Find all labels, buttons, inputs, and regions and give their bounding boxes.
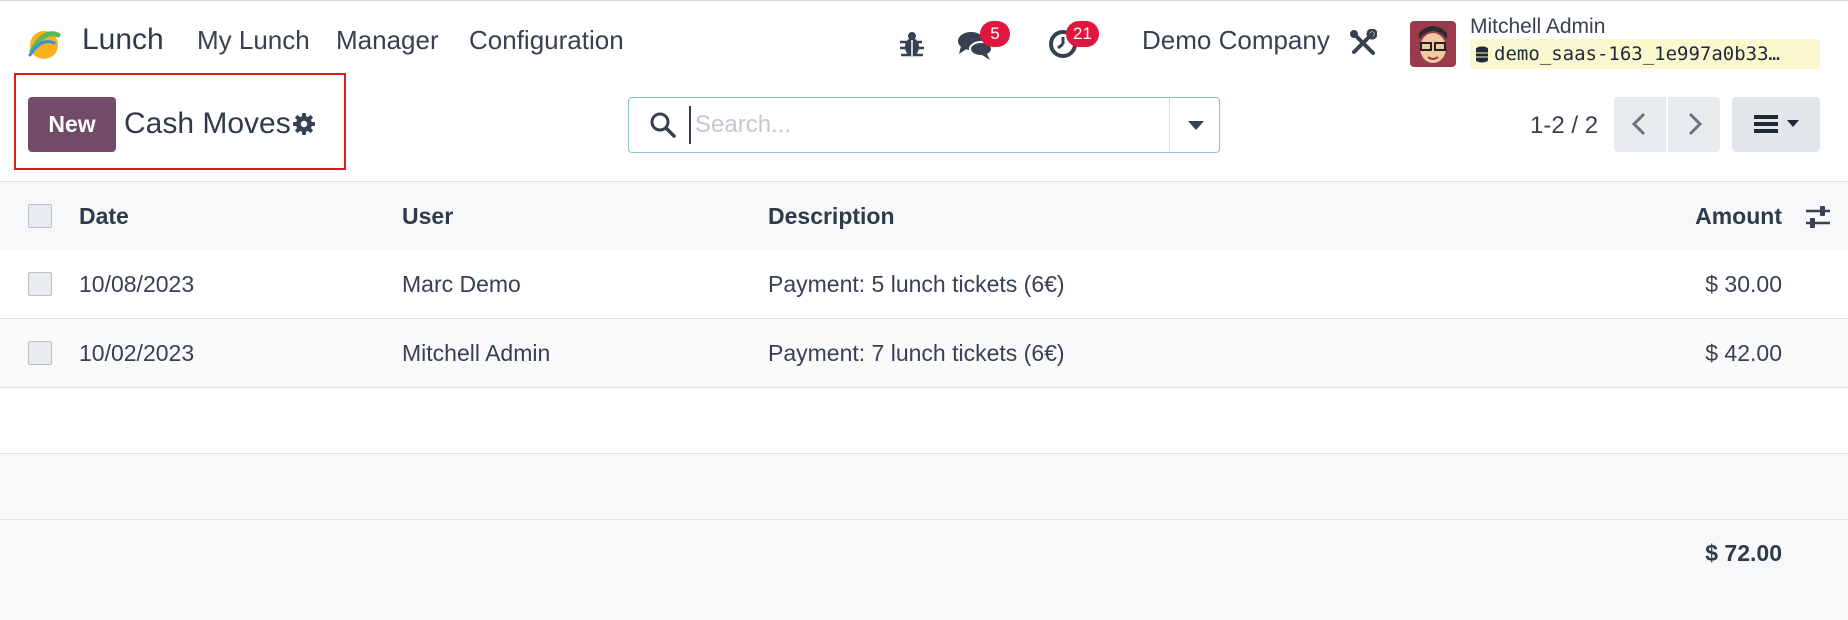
cell-amount: $ 42.00: [1705, 340, 1782, 366]
top-navbar: Lunch My Lunch Manager Configuration 5 2…: [0, 0, 1848, 84]
cell-user: Marc Demo: [402, 271, 521, 297]
column-header-description[interactable]: Description: [768, 203, 895, 230]
page-title: Cash Moves: [124, 107, 291, 140]
lunch-app-icon[interactable]: [26, 25, 62, 61]
cell-date: 10/02/2023: [79, 340, 195, 366]
database-icon: [1476, 46, 1488, 63]
menu-my-lunch[interactable]: My Lunch: [197, 25, 310, 56]
pager-value[interactable]: 1-2 / 2: [1530, 112, 1598, 140]
table-header: Date User Description Amount: [0, 181, 1848, 251]
company-switcher[interactable]: Demo Company: [1142, 25, 1330, 56]
column-header-amount[interactable]: Amount: [1695, 203, 1782, 230]
table-footer: $ 72.00: [0, 520, 1848, 620]
cell-description: Payment: 5 lunch tickets (6€): [768, 271, 1065, 297]
pager-next-button[interactable]: [1668, 97, 1720, 152]
user-name[interactable]: Mitchell Admin: [1470, 15, 1605, 39]
activities-count-badge: 21: [1066, 21, 1099, 47]
empty-row: [0, 454, 1848, 520]
list-view-icon: [1754, 115, 1799, 133]
empty-row: [0, 388, 1848, 454]
cell-user: Mitchell Admin: [402, 340, 551, 366]
menu-manager[interactable]: Manager: [336, 25, 439, 56]
select-all-checkbox[interactable]: [28, 204, 52, 228]
search-bar: [628, 97, 1220, 153]
view-switcher-button[interactable]: [1732, 97, 1820, 152]
row-checkbox[interactable]: [28, 341, 52, 365]
pager-previous-button[interactable]: [1614, 97, 1666, 152]
database-name: demo_saas-163_1e997a0b33…: [1494, 43, 1780, 65]
app-name[interactable]: Lunch: [82, 23, 164, 57]
column-settings-icon[interactable]: [1804, 204, 1832, 230]
search-input[interactable]: [689, 106, 1189, 144]
cell-date: 10/08/2023: [79, 271, 195, 297]
search-options-toggle[interactable]: [1169, 98, 1219, 152]
table-row[interactable]: 10/02/2023 Mitchell Admin Payment: 7 lun…: [0, 319, 1848, 388]
menu-configuration[interactable]: Configuration: [469, 25, 624, 56]
cell-amount: $ 30.00: [1705, 271, 1782, 297]
gear-icon[interactable]: [292, 112, 316, 136]
new-button[interactable]: New: [28, 97, 116, 152]
row-checkbox[interactable]: [28, 272, 52, 296]
messages-count-badge: 5: [980, 21, 1010, 47]
avatar[interactable]: [1410, 21, 1456, 67]
cell-description: Payment: 7 lunch tickets (6€): [768, 340, 1065, 366]
bug-icon[interactable]: [896, 28, 928, 60]
search-icon: [650, 112, 676, 138]
chevron-right-icon: [1688, 112, 1703, 136]
total-amount: $ 72.00: [1705, 540, 1782, 566]
table-row[interactable]: 10/08/2023 Marc Demo Payment: 5 lunch ti…: [0, 250, 1848, 319]
chevron-left-icon: [1631, 112, 1646, 136]
tools-icon[interactable]: [1349, 29, 1377, 57]
column-header-date[interactable]: Date: [79, 203, 129, 230]
chevron-down-icon: [1188, 121, 1204, 130]
user-avatar-image: [1410, 21, 1456, 67]
database-name-chip[interactable]: demo_saas-163_1e997a0b33…: [1470, 39, 1820, 69]
column-header-user[interactable]: User: [402, 203, 453, 230]
